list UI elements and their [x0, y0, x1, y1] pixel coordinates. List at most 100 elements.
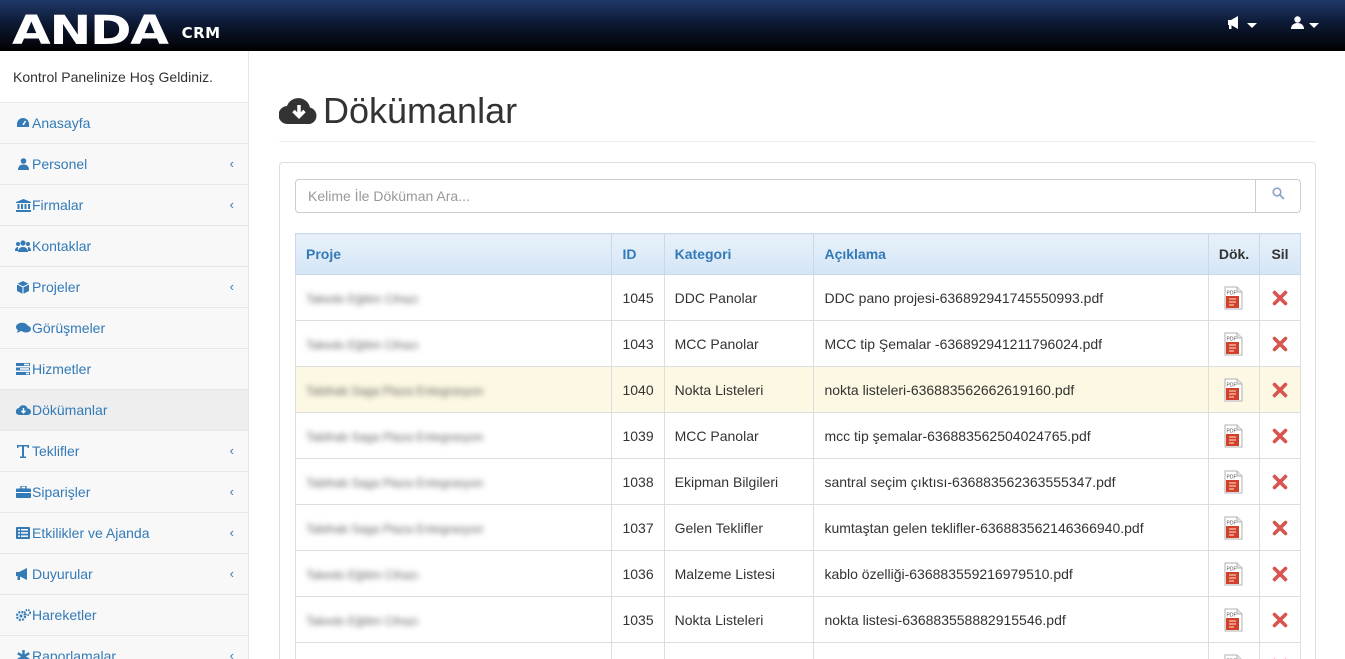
col-header-id[interactable]: ID — [611, 233, 665, 275]
table-row[interactable]: Tabihab Saga Plaza Entegrasyon 1038 Ekipma… — [294, 458, 1301, 505]
sidebar-item-label: Hareketler — [32, 607, 97, 623]
svg-text:PDF: PDF — [1227, 336, 1237, 342]
cell-kategori: Ekipman Bilgileri — [663, 458, 815, 505]
delete-icon[interactable] — [1272, 520, 1288, 536]
delete-icon[interactable] — [1272, 336, 1288, 352]
cell-id: 1039 — [611, 412, 665, 459]
table-row[interactable]: Takedo Eğitim Cihazı 1035 Nokta Listeleri n… — [294, 596, 1301, 643]
project-name: Tabihab Saga Plaza Entegrasyon — [306, 521, 484, 536]
cell-dok: PDF — [1208, 642, 1261, 659]
cell-sil — [1259, 550, 1301, 597]
pdf-file-icon[interactable]: PDF — [1223, 516, 1245, 540]
delete-icon[interactable] — [1272, 428, 1288, 444]
cloud-download-icon — [278, 95, 319, 130]
table-header-row: Proje ID Kategori Açıklama Dök. Sil — [294, 233, 1301, 275]
project-name: Takedo Eğitim Cihazı — [306, 567, 419, 582]
pdf-file-icon[interactable]: PDF — [1223, 470, 1245, 494]
cell-id: 1037 — [611, 504, 665, 551]
sidebar-item-dokumanlar[interactable]: Dökümanlar — [0, 390, 248, 431]
project-name: Tabihab Saga Plaza Entegrasyon — [306, 429, 484, 444]
col-header-sil: Sil — [1259, 233, 1301, 275]
cell-aciklama — [813, 642, 1210, 659]
table-row[interactable]: Takedo Eğitim Cihazı 1043 MCC Panolar MCC t… — [294, 320, 1301, 367]
search-input[interactable] — [296, 180, 1255, 212]
users-icon — [15, 239, 31, 253]
chevron-left-icon: ‹ — [229, 648, 234, 659]
sidebar-item-projeler[interactable]: Projeler ‹ — [0, 267, 248, 308]
cell-proje — [294, 642, 613, 659]
chevron-left-icon: ‹ — [229, 566, 234, 581]
table-row[interactable]: Takedo Eğitim Cihazı 1045 DDC Panolar DDC p… — [294, 274, 1301, 321]
sidebar-item-label: Duyurular — [32, 566, 93, 582]
delete-icon[interactable] — [1272, 290, 1288, 306]
sidebar-item-siparisler[interactable]: Siparişler ‹ — [0, 472, 248, 513]
table-row[interactable]: Tabihab Saga Plaza Entegrasyon 1039 MCC Pa… — [294, 412, 1301, 459]
text-icon — [15, 444, 31, 458]
user-icon — [15, 157, 31, 171]
sidebar-item-kontaklar[interactable]: Kontaklar — [0, 226, 248, 267]
col-header-kategori[interactable]: Kategori — [663, 233, 815, 275]
pdf-file-icon[interactable]: PDF — [1223, 286, 1245, 310]
sidebar-item-label: Siparişler — [32, 484, 91, 500]
delete-icon[interactable] — [1272, 382, 1288, 398]
cell-dok: PDF — [1208, 596, 1261, 643]
pdf-file-icon[interactable]: PDF — [1223, 608, 1245, 632]
cell-sil — [1259, 274, 1301, 321]
svg-text:PDF: PDF — [1227, 428, 1237, 434]
delete-icon[interactable] — [1272, 612, 1288, 628]
project-name: Takedo Eğitim Cihazı — [306, 291, 419, 306]
brand-sub: CRM — [181, 24, 221, 42]
cogs-icon — [15, 608, 31, 622]
cell-proje: Takedo Eğitim Cihazı — [294, 596, 613, 643]
sidebar-item-label: Kontaklar — [32, 238, 92, 254]
user-dropdown[interactable] — [1291, 16, 1319, 34]
cell-kategori: Gelen Teklifler — [663, 504, 815, 551]
svg-text:PDF: PDF — [1227, 290, 1237, 296]
sidebar-item-anasayfa[interactable]: Anasayfa — [0, 103, 248, 144]
search-button[interactable] — [1255, 180, 1300, 212]
table-row[interactable]: Tabihab Saga Plaza Entegrasyon 1040 Nokta … — [294, 366, 1301, 413]
sidebar-item-etkilikler[interactable]: Etkilikler ve Ajanda ‹ — [0, 513, 248, 554]
cloud-download-icon — [15, 403, 31, 417]
table-row[interactable]: PDF — [294, 642, 1301, 659]
cell-dok: PDF — [1208, 274, 1261, 321]
announcements-dropdown[interactable] — [1227, 16, 1257, 34]
cell-dok: PDF — [1208, 366, 1261, 413]
briefcase-icon — [15, 485, 31, 499]
cell-sil — [1259, 412, 1301, 459]
documents-panel: Proje ID Kategori Açıklama Dök. Sil Take… — [279, 162, 1316, 659]
cell-kategori: MCC Panolar — [663, 412, 815, 459]
pdf-file-icon[interactable]: PDF — [1223, 424, 1245, 448]
pdf-file-icon[interactable]: PDF — [1223, 378, 1245, 402]
project-name: Takedo Eğitim Cihazı — [306, 613, 419, 628]
pdf-file-icon[interactable]: PDF — [1223, 654, 1245, 659]
sidebar-item-hizmetler[interactable]: Hizmetler — [0, 349, 248, 390]
chevron-left-icon: ‹ — [229, 156, 234, 171]
cell-proje: Tabihab Saga Plaza Entegrasyon — [294, 504, 613, 551]
pdf-file-icon[interactable]: PDF — [1223, 562, 1245, 586]
sidebar-item-firmalar[interactable]: Firmalar ‹ — [0, 185, 248, 226]
table-row[interactable]: Tabihab Saga Plaza Entegrasyon 1037 Gelen … — [294, 504, 1301, 551]
sidebar-item-label: Görüşmeler — [32, 320, 106, 336]
col-header-aciklama[interactable]: Açıklama — [813, 233, 1210, 275]
sidebar-item-teklifler[interactable]: Teklifler ‹ — [0, 431, 248, 472]
table-row[interactable]: Takedo Eğitim Cihazı 1036 Malzeme Listesi k… — [294, 550, 1301, 597]
delete-icon[interactable] — [1272, 474, 1288, 490]
cell-proje: Tabihab Saga Plaza Entegrasyon — [294, 366, 613, 413]
col-header-proje[interactable]: Proje — [294, 233, 613, 275]
chevron-left-icon: ‹ — [229, 484, 234, 499]
sidebar-item-personel[interactable]: Personel ‹ — [0, 144, 248, 185]
list-icon — [15, 526, 31, 540]
sidebar-item-hareketler[interactable]: Hareketler — [0, 595, 248, 636]
cell-aciklama: nokta listesi-636883558882915546.pdf — [813, 596, 1210, 643]
pdf-file-icon[interactable]: PDF — [1223, 332, 1245, 356]
cell-id: 1040 — [611, 366, 665, 413]
brand-logo[interactable]: ANDA CRM — [12, 11, 221, 51]
sidebar-item-gorusmeler[interactable]: Görüşmeler — [0, 308, 248, 349]
sidebar-item-duyurular[interactable]: Duyurular ‹ — [0, 554, 248, 595]
svg-text:PDF: PDF — [1227, 382, 1237, 388]
bullhorn-icon — [15, 567, 31, 581]
sidebar-item-label: Firmalar — [32, 197, 84, 213]
delete-icon[interactable] — [1272, 566, 1288, 582]
sidebar-item-raporlamalar[interactable]: Raporlamalar ‹ — [0, 636, 248, 659]
